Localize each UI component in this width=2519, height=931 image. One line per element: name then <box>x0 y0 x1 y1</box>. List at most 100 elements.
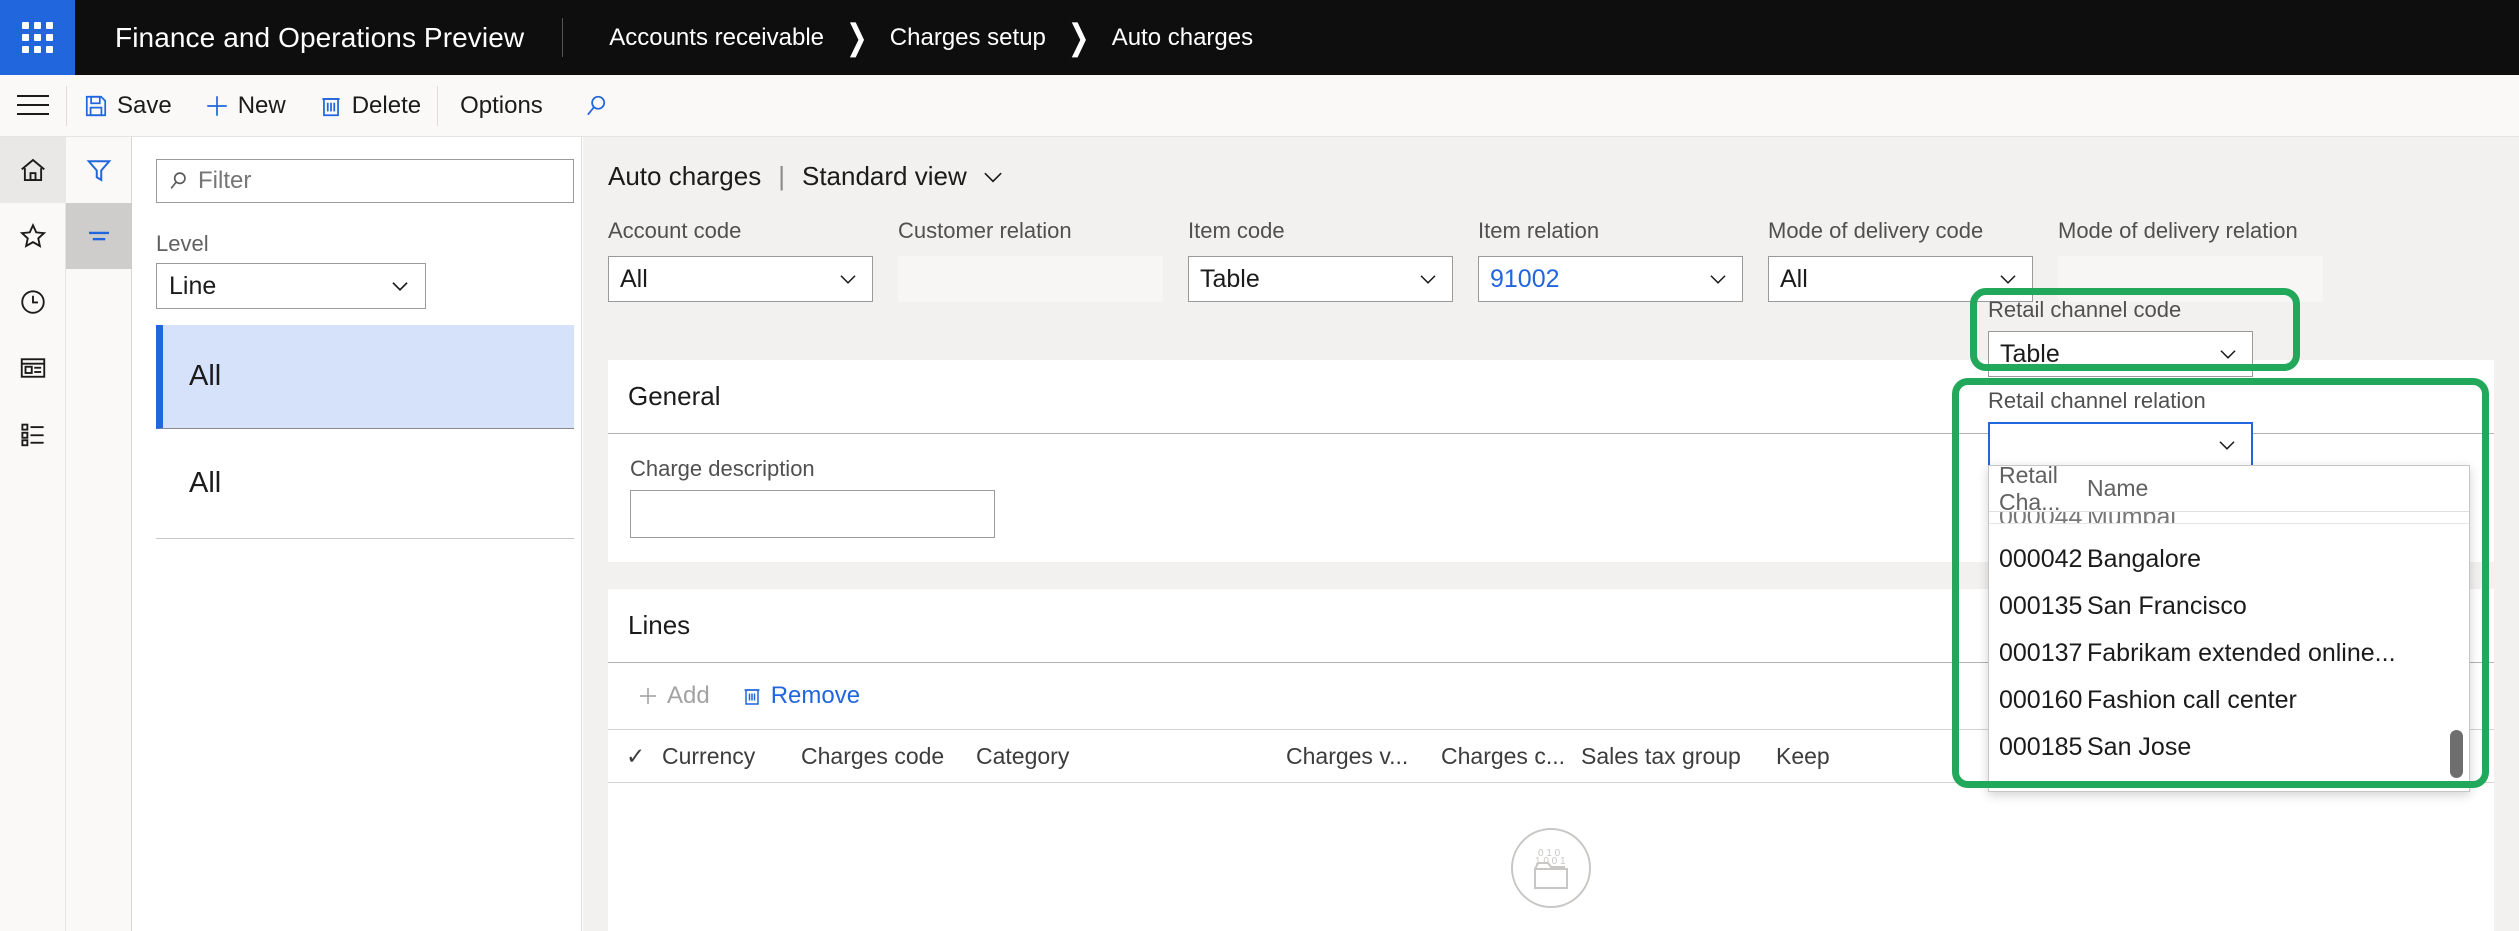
star-icon <box>18 221 48 251</box>
lookup-row[interactable]: 000185 San Jose <box>1989 724 2469 771</box>
search-button[interactable] <box>565 75 627 137</box>
lookup-row-partial[interactable]: 000044 Mumbai <box>1989 512 2469 524</box>
lookup-row[interactable]: 000042 Bangalore <box>1989 536 2469 583</box>
add-line-label: Add <box>667 682 710 710</box>
lookup-row-name: San Jose <box>2087 733 2469 762</box>
lookup-row-name: Fabrikam extended online... <box>2087 639 2469 668</box>
field-customer-relation: Customer relation <box>898 218 1188 302</box>
retail-channel-relation-label: Retail channel relation <box>1988 388 2278 414</box>
filter-list-item[interactable]: All <box>156 429 574 539</box>
chevron-down-icon <box>835 266 861 292</box>
select-all-checkmark-icon[interactable]: ✓ <box>626 743 662 770</box>
retail-channel-code-label: Retail channel code <box>1988 297 2278 323</box>
column-header-category[interactable]: Category <box>976 743 1286 770</box>
top-header-bar: Finance and Operations Preview Accounts … <box>0 0 2519 75</box>
retail-channel-code-input[interactable]: Table <box>1988 331 2253 377</box>
filter-panel: Filter Level Line All All <box>132 137 582 931</box>
app-launcher-button[interactable] <box>0 0 75 75</box>
plus-icon <box>204 93 230 119</box>
lookup-scrollbar-thumb[interactable] <box>2450 730 2463 778</box>
new-button[interactable]: New <box>188 75 302 137</box>
svg-text:1 0 0 1: 1 0 0 1 <box>1535 856 1566 867</box>
lookup-row-id: 000137 <box>1999 639 2087 668</box>
command-bar: Save New Delete Options <box>0 75 2519 137</box>
field-label: Account code <box>608 218 898 248</box>
filter-search-input[interactable]: Filter <box>156 159 574 203</box>
field-item-relation: Item relation 91002 <box>1478 218 1768 302</box>
rail-item-home[interactable] <box>0 137 66 203</box>
clock-recent-icon <box>18 287 48 317</box>
lookup-row-id: 000044 <box>1999 512 2087 524</box>
save-disk-icon <box>83 93 109 119</box>
rail-item-workspaces[interactable] <box>0 335 66 401</box>
new-label: New <box>238 92 286 120</box>
app-title[interactable]: Finance and Operations Preview <box>75 0 562 75</box>
save-label: Save <box>117 92 172 120</box>
item-relation-value: 91002 <box>1490 265 1560 294</box>
column-header-charges-value[interactable]: Charges v... <box>1286 743 1441 770</box>
lookup-row[interactable]: 000135 San Francisco <box>1989 583 2469 630</box>
lookup-rows: 000044 Mumbai 000042 Bangalore 000135 Sa… <box>1989 512 2469 771</box>
view-selector-label[interactable]: Standard view <box>802 161 967 192</box>
lookup-row-id: 000185 <box>1999 733 2087 762</box>
breadcrumb-item-charges-setup[interactable]: Charges setup <box>884 24 1052 52</box>
retail-channel-relation-field: Retail channel relation <box>1988 388 2278 468</box>
column-header-charges-currency[interactable]: Charges c... <box>1441 743 1581 770</box>
app-launcher-icon <box>22 22 53 53</box>
lookup-row-id: 000135 <box>1999 592 2087 621</box>
add-line-button[interactable]: Add <box>626 682 720 710</box>
page-header: Auto charges | Standard view <box>583 137 2519 192</box>
lookup-row[interactable]: 000137 Fabrikam extended online... <box>1989 630 2469 677</box>
options-button[interactable]: Options <box>438 75 565 137</box>
field-label: Item code <box>1188 218 1478 248</box>
save-button[interactable]: Save <box>67 75 188 137</box>
level-select[interactable]: Line <box>156 263 426 309</box>
filter-list-item-selected[interactable]: All <box>156 325 574 429</box>
filter-search-placeholder: Filter <box>198 167 251 195</box>
remove-line-label: Remove <box>771 682 860 710</box>
chevron-down-icon[interactable] <box>980 167 1006 187</box>
field-account-code: Account code All <box>608 218 898 302</box>
column-header-currency[interactable]: Currency <box>662 743 801 770</box>
mode-of-delivery-relation-input[interactable] <box>2058 256 2323 302</box>
navigation-menu-button[interactable] <box>0 75 66 137</box>
remove-line-button[interactable]: Remove <box>730 682 870 710</box>
column-header-charges-code[interactable]: Charges code <box>801 743 976 770</box>
column-header-keep[interactable]: Keep <box>1776 743 1896 770</box>
filter-fields-row: Account code All Customer relation Item … <box>583 192 2519 302</box>
item-relation-input[interactable]: 91002 <box>1478 256 1743 302</box>
retail-channel-lookup-dropdown[interactable]: Retail Cha... Name 000044 Mumbai 000042 … <box>1988 465 2470 792</box>
lines-grid-empty-state: 0 1 0 1 0 0 1 <box>608 783 2494 931</box>
rail-item-recent[interactable] <box>0 269 66 335</box>
delete-button[interactable]: Delete <box>302 75 437 137</box>
account-code-input[interactable]: All <box>608 256 873 302</box>
field-label: Mode of delivery code <box>1768 218 2058 248</box>
item-code-input[interactable]: Table <box>1188 256 1453 302</box>
rail-item-modules[interactable] <box>0 401 66 467</box>
lookup-row-id: 000160 <box>1999 686 2087 715</box>
customer-relation-input[interactable] <box>898 256 1163 302</box>
column-header-sales-tax-group[interactable]: Sales tax group <box>1581 743 1776 770</box>
options-label: Options <box>460 92 543 120</box>
item-code-value: Table <box>1200 265 1260 294</box>
trash-icon <box>318 93 344 119</box>
breadcrumb-separator-icon: ❯ <box>830 17 884 59</box>
breadcrumb-item-accounts-receivable[interactable]: Accounts receivable <box>603 24 830 52</box>
sort-lines-icon <box>84 221 114 251</box>
breadcrumb-item-auto-charges[interactable]: Auto charges <box>1106 24 1259 52</box>
filter-funnel-button[interactable] <box>66 137 132 203</box>
sort-lines-button[interactable] <box>66 203 132 269</box>
lookup-row[interactable]: 000160 Fashion call center <box>1989 677 2469 724</box>
rail-item-favorites[interactable] <box>0 203 66 269</box>
mode-of-delivery-code-value: All <box>1780 265 1808 294</box>
mode-of-delivery-code-input[interactable]: All <box>1768 256 2033 302</box>
home-icon <box>18 155 48 185</box>
charge-description-input[interactable] <box>630 490 995 538</box>
list-modules-icon <box>18 419 48 449</box>
field-label: Item relation <box>1478 218 1768 248</box>
trash-icon <box>740 684 764 708</box>
chevron-down-icon <box>2215 341 2241 367</box>
lookup-row-name: Bangalore <box>2087 545 2469 574</box>
retail-channel-relation-input[interactable] <box>1988 422 2253 468</box>
lookup-row-name: Mumbai <box>2087 512 2469 524</box>
